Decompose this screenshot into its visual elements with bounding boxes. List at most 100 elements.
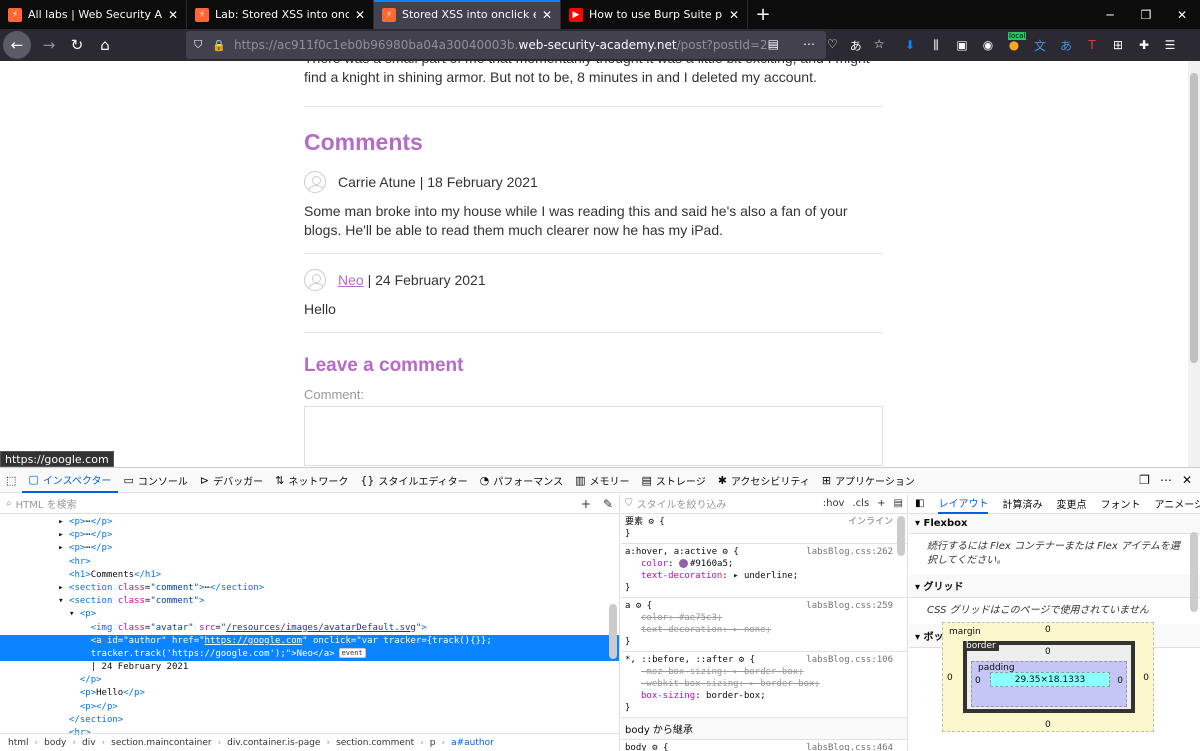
border-top-value[interactable]: 0	[1045, 647, 1051, 657]
hov-toggle[interactable]: :hov	[823, 498, 845, 509]
tree-node[interactable]: ▾ <p>	[0, 608, 619, 621]
comment-author-link[interactable]: Neo	[338, 272, 364, 288]
tree-node[interactable]: </section>	[0, 714, 619, 727]
bookmark-star-icon[interactable]: ☆	[874, 37, 885, 54]
breadcrumb-item[interactable]: a#author	[451, 738, 494, 748]
tree-node[interactable]: </p>	[0, 674, 619, 687]
extension-local-icon[interactable]: ● local	[1004, 32, 1027, 55]
extensions-grid-icon[interactable]: ⊞	[1108, 35, 1128, 55]
tree-node[interactable]: <h1>Comments</h1>	[0, 569, 619, 582]
restore-icon[interactable]: ❐	[1128, 0, 1164, 29]
tree-node[interactable]: <p>Hello</p>	[0, 687, 619, 700]
tool-application[interactable]: ⊞ アプリケーション	[816, 468, 921, 493]
tree-node[interactable]: ▸ <p>⋯</p>	[0, 529, 619, 542]
layout-scrollbar[interactable]	[1189, 532, 1199, 622]
tab-fonts[interactable]: フォント	[1100, 496, 1140, 511]
tab-burp-suite-video[interactable]: ▶ How to use Burp Suite projects ✕	[561, 0, 748, 29]
tree-node-selected[interactable]: tracker.track('https://google.com');">Ne…	[0, 647, 619, 662]
close-icon[interactable]: ✕	[168, 8, 178, 22]
tree-node[interactable]: | 24 February 2021	[0, 661, 619, 674]
margin-top-value[interactable]: 0	[1045, 625, 1051, 635]
language-extension-icon[interactable]: あ	[1056, 35, 1076, 55]
tree-node[interactable]: ▾ <section class="comment">	[0, 595, 619, 608]
toggle-panel-icon[interactable]: ◧	[915, 498, 924, 509]
comment-textarea[interactable]	[304, 406, 883, 466]
tree-node[interactable]: <p></p>	[0, 701, 619, 714]
new-tab-button[interactable]: +	[748, 0, 778, 29]
library-icon[interactable]: ⫼	[926, 35, 946, 55]
tool-console[interactable]: ▭ コンソール	[118, 468, 194, 493]
tool-network[interactable]: ⇅ ネットワーク	[269, 468, 354, 493]
download-icon[interactable]: ⬇	[900, 35, 920, 55]
scrollbar-thumb[interactable]	[1190, 73, 1198, 363]
translate-icon[interactable]: あ	[850, 37, 862, 54]
page-scrollbar[interactable]	[1188, 61, 1200, 467]
padding-left-value[interactable]: 0	[975, 676, 981, 686]
flexbox-section[interactable]: ▾ Flexbox	[909, 514, 1200, 534]
breadcrumb-item[interactable]: section.maincontainer	[111, 738, 211, 748]
lock-icon[interactable]: 🔒	[212, 39, 226, 52]
home-button[interactable]: ⌂	[91, 31, 119, 59]
tool-storage[interactable]: ▤ ストレージ	[636, 468, 712, 493]
tab-computed[interactable]: 計算済み	[1002, 496, 1042, 511]
close-devtools-icon[interactable]: ✕	[1182, 473, 1192, 487]
minimize-icon[interactable]: ─	[1092, 0, 1128, 29]
event-badge[interactable]: event	[338, 648, 366, 659]
gear-icon[interactable]: ⚙	[723, 547, 728, 557]
shield-icon[interactable]: ⛉	[194, 38, 202, 52]
html-search-input[interactable]: HTML を検索	[16, 496, 77, 511]
reload-button[interactable]: ↻	[63, 31, 91, 59]
translate-extension-icon[interactable]: 文	[1030, 35, 1050, 55]
close-icon[interactable]: ✕	[355, 8, 365, 22]
style-rule-element[interactable]: 要素 ⚙ { インライン }	[621, 514, 907, 544]
close-icon[interactable]: ✕	[542, 8, 552, 22]
tab-lab-stored-xss[interactable]: ⚡ Lab: Stored XSS into onclick event ✕	[187, 0, 374, 29]
rules-scrollbar[interactable]	[896, 516, 906, 576]
gear-icon[interactable]: ⚙	[739, 655, 744, 665]
tool-inspector[interactable]: ▢ インスペクター	[22, 468, 118, 493]
styles-search[interactable]: ⛉ スタイルを絞り込み :hov .cls + ▤	[621, 494, 907, 514]
tree-node[interactable]: ▸ <p>⋯</p>	[0, 516, 619, 529]
styles-search-input[interactable]: スタイルを絞り込み	[637, 496, 727, 511]
pocket-icon[interactable]: ♡	[827, 37, 838, 54]
scrollbar-thumb[interactable]	[1190, 532, 1198, 612]
scrollbar-thumb[interactable]	[897, 516, 905, 556]
dock-icon[interactable]: ❐	[1139, 473, 1150, 487]
margin-right-value[interactable]: 0	[1143, 673, 1149, 683]
sidebar-icon[interactable]: ▣	[952, 35, 972, 55]
style-rule-hover[interactable]: a:hover, a:active ⚙ { labsBlog.css:262 c…	[621, 544, 907, 598]
reader-view-icon[interactable]: ▤	[768, 37, 779, 54]
html-search[interactable]: ⌕ HTML を検索 + ✎	[0, 494, 619, 514]
tab-layout[interactable]: レイアウト	[938, 494, 989, 514]
breadcrumb-item[interactable]: html	[8, 738, 29, 748]
markup-scrollbar[interactable]	[608, 604, 618, 744]
forward-button[interactable]: →	[35, 31, 63, 59]
tool-performance[interactable]: ◔ パフォーマンス	[474, 468, 569, 493]
eyedropper-icon[interactable]: ✎	[603, 497, 613, 511]
breadcrumb-item[interactable]: section.comment	[336, 738, 414, 748]
back-button[interactable]: ←	[3, 31, 31, 59]
breadcrumb-item[interactable]: div.container.is-page	[227, 738, 320, 748]
menu-icon[interactable]: ☰	[1160, 35, 1180, 55]
margin-bottom-value[interactable]: 0	[1045, 720, 1051, 730]
tree-node[interactable]: <img class="avatar" src="/resources/imag…	[0, 622, 619, 635]
add-rule-icon[interactable]: +	[877, 498, 885, 509]
style-rule-body[interactable]: body ⚙ { labsBlog.css:464 color: #333332…	[621, 740, 907, 751]
rule-source[interactable]: labsBlog.css:262	[806, 546, 893, 558]
padding-right-value[interactable]: 0	[1117, 676, 1123, 686]
breadcrumb-item[interactable]: body	[44, 738, 66, 748]
rule-source[interactable]: labsBlog.css:106	[806, 654, 893, 666]
color-swatch[interactable]	[678, 559, 688, 568]
tab-all-labs[interactable]: ⚡ All labs | Web Security Academy ✕	[0, 0, 187, 29]
close-window-icon[interactable]: ✕	[1164, 0, 1200, 29]
gear-icon[interactable]: ⚙	[648, 517, 653, 527]
print-media-icon[interactable]: ▤	[894, 498, 903, 509]
address-bar[interactable]: ⛉ 🔒 https://ac911f0c1eb0b96980ba04a30040…	[186, 31, 885, 59]
tree-node[interactable]: ▸ <p>⋯</p>	[0, 542, 619, 555]
breadcrumb-item[interactable]: div	[82, 738, 96, 748]
content-box[interactable]: 29.35×18.1333	[990, 672, 1110, 687]
account-icon[interactable]: ◉	[978, 35, 998, 55]
tree-node[interactable]: <hr>	[0, 556, 619, 569]
more-actions-icon[interactable]: ⋯	[803, 37, 815, 54]
more-options-icon[interactable]: ⋯	[1160, 473, 1172, 487]
